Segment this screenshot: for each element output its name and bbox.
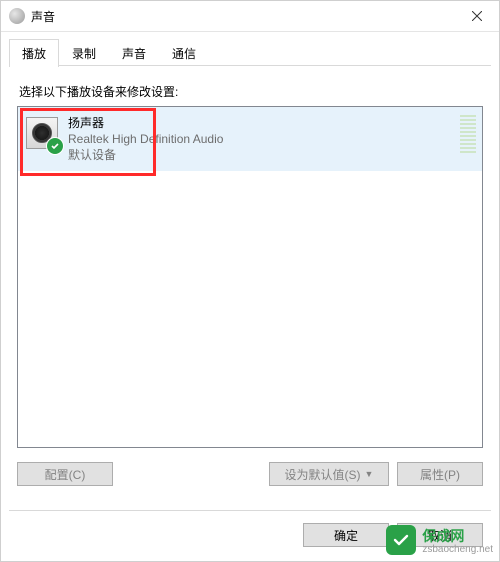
tab-sounds[interactable]: 声音 [109,39,159,67]
app-icon [9,8,25,24]
level-meter [460,115,476,153]
tab-strip: 播放 录制 声音 通信 [1,32,499,66]
configure-button[interactable]: 配置(C) [17,462,113,486]
sound-dialog: 声音 播放 录制 声音 通信 选择以下播放设备来修改设置: [0,0,500,562]
set-default-button[interactable]: 设为默认值(S) ▼ [269,462,389,486]
close-icon [472,11,482,21]
device-button-row: 配置(C) 设为默认值(S) ▼ 属性(P) [17,462,483,486]
set-default-label: 设为默认值(S) [285,466,361,483]
titlebar: 声音 [1,1,499,32]
window-title: 声音 [31,8,454,25]
ok-button[interactable]: 确定 [303,523,389,547]
dialog-button-row: 确定 取消 [303,523,483,547]
device-icon-wrap [26,117,60,151]
close-button[interactable] [454,1,499,31]
device-default-label: 默认设备 [68,147,223,163]
device-name: 扬声器 [68,115,223,131]
properties-button[interactable]: 属性(P) [397,462,483,486]
default-check-icon [46,137,64,155]
device-driver: Realtek High Definition Audio [68,131,223,147]
device-item-speakers[interactable]: 扬声器 Realtek High Definition Audio 默认设备 [18,107,482,171]
device-listbox[interactable]: 扬声器 Realtek High Definition Audio 默认设备 [17,106,483,448]
tab-recording[interactable]: 录制 [59,39,109,67]
tab-underline [9,65,491,66]
tab-panel: 选择以下播放设备来修改设置: 扬声器 Realtek High Definiti… [1,67,499,486]
separator [9,510,491,511]
device-text: 扬声器 Realtek High Definition Audio 默认设备 [68,115,223,163]
tab-playback[interactable]: 播放 [9,39,59,67]
cancel-button[interactable]: 取消 [397,523,483,547]
chevron-down-icon: ▼ [365,469,374,479]
instruction-text: 选择以下播放设备来修改设置: [19,83,483,100]
tab-communications[interactable]: 通信 [159,39,209,67]
